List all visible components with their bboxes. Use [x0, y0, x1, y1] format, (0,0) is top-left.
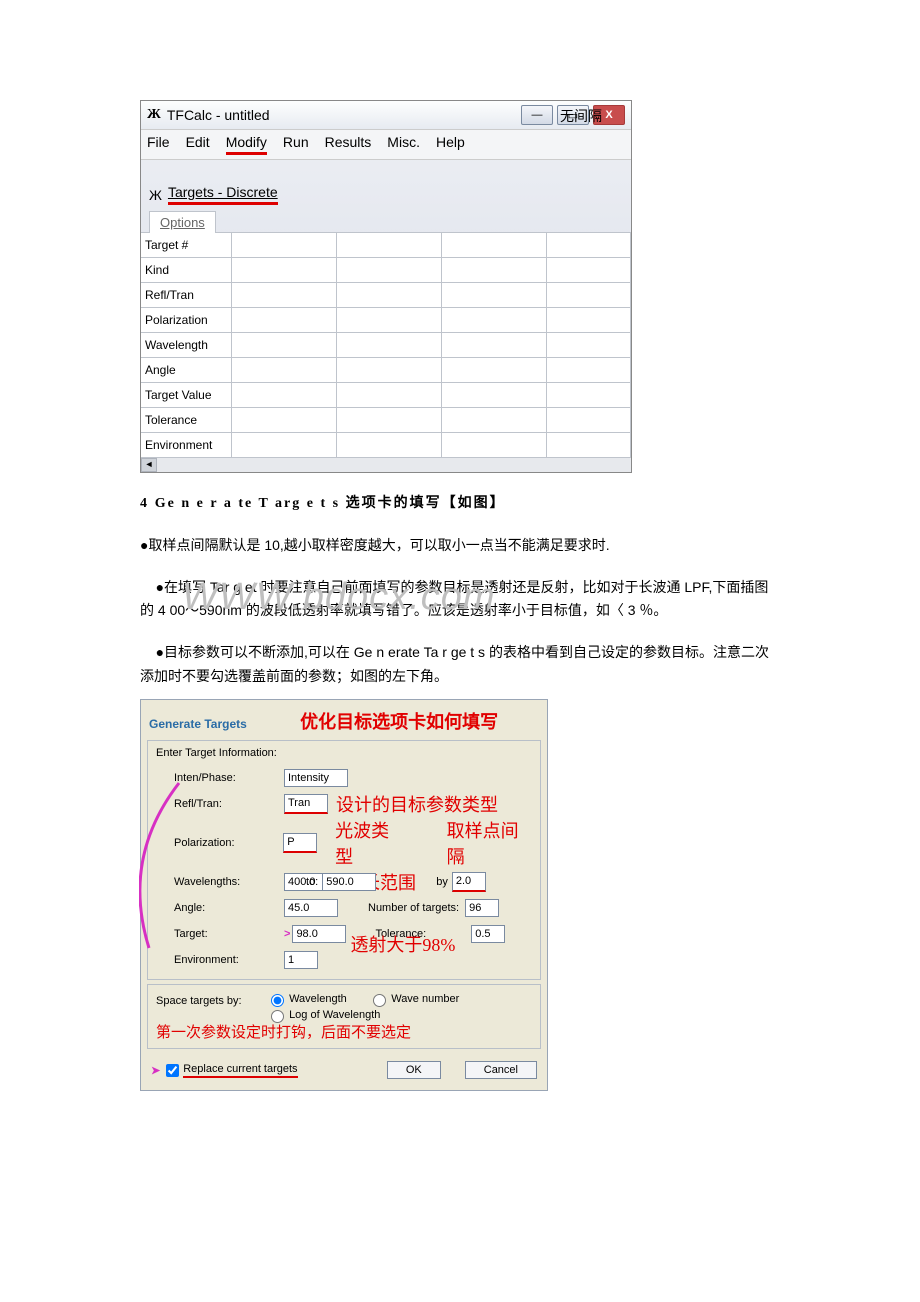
targets-table: Target # Kind Refl/Tran Polarization Wav… [141, 232, 631, 458]
menu-edit[interactable]: Edit [186, 134, 210, 155]
target-input[interactable]: 98.0 [292, 925, 346, 943]
generate-targets-dialog: Generate Targets 优化目标选项卡如何填写 Enter Targe… [140, 699, 548, 1091]
tfcalc-window: Ж TFCalc - untitled — ▭ X File Edit Modi… [140, 100, 632, 473]
num-targets-input[interactable]: 96 [465, 899, 499, 917]
scroll-left-icon[interactable]: ◄ [141, 458, 157, 472]
wavelengths-label: Wavelengths: [152, 876, 284, 888]
row-label: Polarization [141, 308, 232, 332]
row-label: Target Value [141, 383, 232, 407]
radio-wavenumber[interactable] [373, 994, 386, 1007]
minimize-button[interactable]: — [521, 105, 553, 125]
annotation: 设计的目标参数类型 [336, 791, 498, 817]
replace-targets-label: Replace current targets [183, 1063, 297, 1078]
arrow-icon: ➤ [151, 1064, 160, 1077]
paragraph: ●在填写 Tar g et 时要注意自己前面填写的参数目标是透射还是反射，比如对… [140, 576, 780, 624]
paragraph: ●目标参数可以不断添加,可以在 Ge n erate Ta r ge t s 的… [140, 641, 780, 689]
paragraph: ●取样点间隔默认是 10,越小取样密度越大，可以取小一点当不能满足要求时. [140, 534, 780, 558]
row-label: Kind [141, 258, 232, 282]
row-label: Environment [141, 433, 232, 457]
annotation: 取样点间隔 [447, 817, 536, 869]
by-label: by [436, 876, 448, 888]
window-titlebar: Ж TFCalc - untitled — ▭ X [141, 101, 631, 129]
space-targets-group: Space targets by: Wavelength Wave number… [147, 984, 541, 1049]
refl-tran-input[interactable]: Tran [284, 794, 328, 814]
to-label: to: [306, 876, 318, 888]
window-title: TFCalc - untitled [167, 107, 270, 123]
row-label: Target # [141, 233, 232, 257]
target-info-group: Enter Target Information: Inten/Phase: I… [147, 740, 541, 980]
space-targets-label: Space targets by: [156, 991, 266, 1007]
radio-log-label: Log of Wavelength [289, 1009, 380, 1021]
annotation: 第一次参数设定时打钩，后面不要选定 [156, 1021, 532, 1042]
row-label: Wavelength [141, 333, 232, 357]
environment-label: Environment: [152, 954, 284, 966]
options-tab[interactable]: Options [149, 211, 216, 233]
section-heading: 4 Ge n e r a te T arg e t s 选项卡的填写【如图】 [140, 491, 780, 516]
row-label: Tolerance [141, 408, 232, 432]
dialog-title: Generate Targets [149, 717, 247, 731]
side-note: 无间隔 [560, 106, 602, 126]
replace-targets-checkbox[interactable] [166, 1064, 179, 1077]
app-icon: Ж [149, 187, 162, 203]
row-label: Angle [141, 358, 232, 382]
radio-wavelength-label: Wavelength [289, 993, 347, 1005]
environment-input[interactable]: 1 [284, 951, 318, 969]
arrow-icon: > [284, 928, 290, 940]
cancel-button[interactable]: Cancel [465, 1061, 537, 1079]
wavelength-step-input[interactable]: 2.0 [452, 872, 486, 892]
watermark: WWW.bdocx.com [182, 565, 496, 630]
menu-help[interactable]: Help [436, 134, 465, 155]
inten-phase-input[interactable]: Intensity [284, 769, 348, 787]
tolerance-input[interactable]: 0.5 [471, 925, 505, 943]
menu-misc[interactable]: Misc. [387, 134, 420, 155]
angle-label: Angle: [152, 902, 284, 914]
menu-file[interactable]: File [147, 134, 170, 155]
angle-input[interactable]: 45.0 [284, 899, 338, 917]
inten-phase-label: Inten/Phase: [152, 772, 284, 784]
polarization-label: Polarization: [152, 837, 283, 849]
row-label: Refl/Tran [141, 283, 232, 307]
horizontal-scrollbar[interactable]: ◄ [141, 458, 631, 472]
num-targets-label: Number of targets: [368, 902, 459, 914]
child-titlebar: Ж Targets - Discrete [141, 178, 631, 205]
annotation: 透射大于98% [350, 931, 455, 957]
group-label: Enter Target Information: [152, 747, 536, 765]
menu-results[interactable]: Results [325, 134, 372, 155]
app-icon: Ж [147, 107, 161, 123]
menu-modify[interactable]: Modify [226, 134, 267, 155]
radio-wavenumber-label: Wave number [391, 993, 459, 1005]
polarization-input[interactable]: P [283, 833, 317, 853]
refl-tran-label: Refl/Tran: [152, 798, 284, 810]
child-title: Targets - Discrete [168, 184, 278, 205]
annotation: 光波类型 [335, 817, 407, 869]
menu-run[interactable]: Run [283, 134, 309, 155]
target-label: Target: [152, 928, 284, 940]
annotation: 优化目标选项卡如何填写 [300, 712, 498, 732]
menubar: File Edit Modify Run Results Misc. Help [141, 129, 631, 160]
wavelength-to-input[interactable]: 590.0 [322, 873, 376, 891]
ok-button[interactable]: OK [387, 1061, 441, 1079]
radio-wavelength[interactable] [271, 994, 284, 1007]
